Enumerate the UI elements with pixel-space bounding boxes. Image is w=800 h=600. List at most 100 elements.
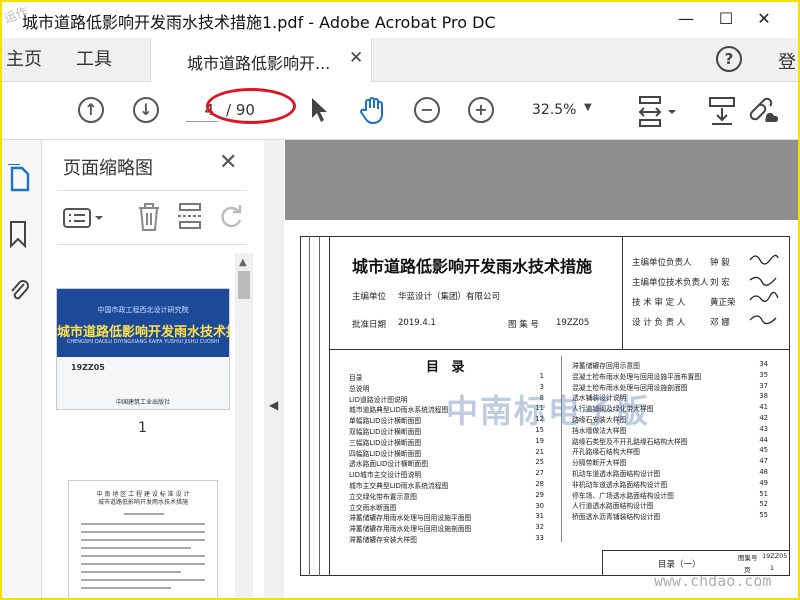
toc-page-number: 19 bbox=[535, 436, 544, 445]
title-bar: 运作 城市道路低影响开发雨水技术措施1.pdf - Adobe Acrobat … bbox=[0, 0, 800, 38]
chevron-down-icon[interactable]: ▼ bbox=[584, 102, 592, 113]
role-name: 黄正荣 bbox=[710, 298, 736, 308]
login-button[interactable]: 登 bbox=[778, 48, 796, 74]
attachments-icon[interactable] bbox=[8, 276, 30, 304]
text-line bbox=[81, 539, 205, 541]
toc-page-number: 33 bbox=[535, 534, 544, 542]
extract-page-icon[interactable] bbox=[177, 202, 203, 232]
toc-entry: 滞蓄储罐存用雨水处理与回用设施剖面图 bbox=[349, 525, 472, 534]
red-highlight-ellipse bbox=[206, 88, 296, 124]
toc-page-number: 28 bbox=[535, 480, 544, 488]
delete-page-icon[interactable] bbox=[137, 202, 161, 232]
tab-bar: 主页 工具 城市道路低影响开... ✕ ? 登 bbox=[0, 38, 800, 83]
page-thumbnails-icon[interactable] bbox=[8, 164, 32, 192]
toc-page-number: 45 bbox=[759, 446, 768, 455]
text-line bbox=[81, 547, 191, 549]
toc-entry: 分隔带断开大样图 bbox=[572, 459, 627, 468]
hand-tool-icon[interactable] bbox=[360, 96, 386, 124]
text-line bbox=[81, 531, 205, 533]
bookmarks-icon[interactable] bbox=[8, 220, 28, 248]
toc-divider bbox=[561, 356, 562, 542]
toc-page-number: 51 bbox=[759, 489, 768, 498]
zoom-level-select[interactable]: 32.5% bbox=[532, 102, 576, 118]
window-title: 城市道路低影响开发雨水技术措施1.pdf - Adobe Acrobat Pro… bbox=[22, 13, 496, 32]
tab-home[interactable]: 主页 bbox=[6, 38, 42, 82]
toc-entry: 城市主交典型LID雨水系统流程图 bbox=[349, 482, 449, 490]
toc-entry: 滞蓄储罐存回用示意图 bbox=[572, 362, 640, 370]
tab-tools[interactable]: 工具 bbox=[76, 38, 112, 82]
toc-entry: 四幅路LID设计横断面图 bbox=[349, 449, 422, 458]
toc-page-number: 43 bbox=[759, 424, 768, 433]
toc-page-number: 41 bbox=[759, 403, 768, 412]
scroll-mode-icon[interactable] bbox=[708, 96, 736, 126]
toc-entry: 双幅路LID设计横断面图 bbox=[349, 428, 422, 436]
toc-entry: 开孔路缘石结构大样图 bbox=[572, 448, 640, 457]
role-label: 技 术 审 定 人 bbox=[632, 298, 686, 308]
watermark: 中南标电子版 bbox=[446, 392, 651, 430]
rotate-icon[interactable] bbox=[219, 204, 245, 230]
atlas-value: 19ZZ05 bbox=[556, 318, 590, 328]
scrollbar-thumb[interactable] bbox=[238, 271, 250, 299]
strip-column bbox=[310, 236, 320, 576]
toc-entry: 单幅路LID设计横断面图 bbox=[349, 417, 422, 426]
toc-page-number: 49 bbox=[759, 478, 768, 487]
divider bbox=[57, 244, 247, 245]
fit-page-icon[interactable] bbox=[638, 96, 678, 128]
zoom-in-icon[interactable]: + bbox=[468, 97, 494, 123]
collapse-panel-handle[interactable]: ◀ bbox=[264, 140, 284, 600]
document-tab-label: 城市道路低影响开... bbox=[187, 54, 331, 73]
close-window-button[interactable]: ✕ bbox=[744, 4, 784, 34]
scroll-up-icon[interactable]: ▲ bbox=[239, 257, 247, 268]
toc-page-number: 48 bbox=[759, 468, 768, 476]
help-icon[interactable]: ? bbox=[716, 46, 742, 72]
toc-entry: 目录 bbox=[349, 374, 363, 382]
toc-page-number: 27 bbox=[535, 469, 544, 478]
toc-page-number: 38 bbox=[759, 392, 768, 401]
org-value: 华蓝设计（集团）有限公司 bbox=[398, 292, 501, 302]
binding-strip bbox=[300, 236, 330, 576]
role-name: 刘 宏 bbox=[710, 278, 730, 288]
role-label: 主编单位技术负责人 bbox=[632, 278, 709, 288]
page-thumbnail-2[interactable]: 中 南 地 区 工 程 建 设 标 准 设 计 城市道路低影响开发雨水技术措施 bbox=[68, 480, 218, 600]
previous-page-icon[interactable]: ↑ bbox=[78, 97, 104, 123]
toc-page-number: 55 bbox=[759, 511, 768, 520]
cover-title: 城市道路低影响开发雨水技术措施 bbox=[57, 325, 229, 340]
select-arrow-icon[interactable] bbox=[310, 97, 328, 123]
collapse-arrow-icon[interactable]: ◀ bbox=[269, 398, 278, 412]
text-line bbox=[81, 587, 171, 589]
thumbnail-scrollbar[interactable]: ▲ bbox=[235, 253, 253, 600]
document-title: 城市道路低影响开发雨水技术措施 bbox=[352, 257, 593, 276]
toc-entry: 三幅路LID设计横断面图 bbox=[349, 438, 422, 447]
toc-page-number: 35 bbox=[759, 370, 768, 379]
date-value: 2019.4.1 bbox=[398, 318, 436, 328]
toc-page-number: 25 bbox=[535, 458, 544, 467]
maximize-button[interactable]: ☐ bbox=[706, 4, 746, 34]
toolbar: ↑ ↓ 4 / 90 − + 32.5% ▼ bbox=[0, 82, 800, 140]
share-link-icon[interactable] bbox=[746, 94, 780, 126]
next-page-icon[interactable]: ↓ bbox=[133, 97, 159, 123]
close-panel-icon[interactable]: ✕ bbox=[219, 150, 237, 175]
toc-entry: 人行道透水路面结构设计图 bbox=[572, 502, 654, 511]
minimize-button[interactable]: — bbox=[666, 4, 706, 34]
toc-page-number: 47 bbox=[759, 457, 768, 466]
page-thumbnail-1[interactable]: 中国市政工程西北设计研究院 城市道路低影响开发雨水技术措施 CHENGSHI D… bbox=[56, 288, 230, 410]
tab-document[interactable]: 城市道路低影响开... ✕ bbox=[150, 38, 372, 83]
text-line bbox=[124, 513, 164, 515]
toc-page-number: 34 bbox=[759, 360, 768, 368]
toc-page-number: 37 bbox=[759, 381, 768, 390]
zoom-out-icon[interactable]: − bbox=[414, 97, 440, 123]
toc-entry: 总说明 bbox=[349, 384, 370, 393]
toc-page-number: 30 bbox=[535, 501, 544, 510]
toc-entry: 透水路面LID设计横断面图 bbox=[349, 460, 428, 469]
toc-entry: 滞蓄储罐存用雨水处理与回用设施平面图 bbox=[349, 514, 472, 523]
footer-code-label: 图集号 bbox=[738, 554, 758, 562]
thumbnail-page-number: 1 bbox=[138, 420, 147, 436]
role-label: 设 计 负 责 人 bbox=[632, 318, 686, 328]
panel-title: 页面缩略图 bbox=[63, 158, 153, 179]
contents-heading: 目 录 bbox=[426, 360, 469, 375]
text-line bbox=[81, 523, 205, 525]
options-menu-icon[interactable] bbox=[63, 208, 107, 228]
toc-page-number: 1 bbox=[539, 372, 544, 380]
close-tab-icon[interactable]: ✕ bbox=[349, 48, 363, 68]
role-label: 主编单位负责人 bbox=[632, 258, 692, 268]
